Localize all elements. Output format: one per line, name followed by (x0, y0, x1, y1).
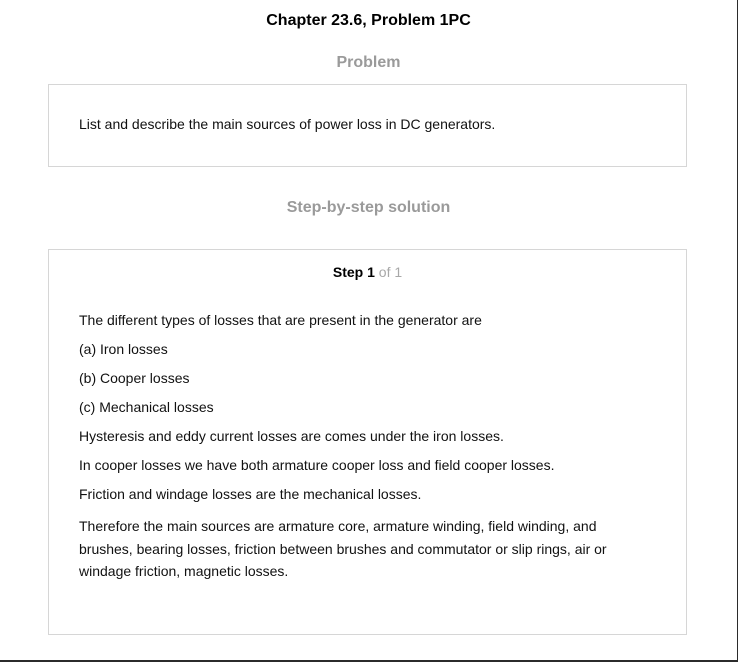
solution-line-iron: (a) Iron losses (79, 341, 168, 357)
solution-line-cooper-detail: In cooper losses we have both armature c… (79, 457, 555, 473)
solution-line-mechanical: (c) Mechanical losses (79, 399, 214, 415)
chapter-title: Chapter 23.6, Problem 1PC (266, 12, 471, 29)
step-word: Step (332, 264, 364, 280)
solution-line-intro: The different types of losses that are p… (79, 312, 482, 328)
solution-line-friction: Friction and windage losses are the mech… (79, 486, 422, 502)
step-number: 1 (367, 264, 375, 280)
solution-card: Step 1 of 1 The different types of losse… (48, 249, 687, 635)
solution-line-cooper: (b) Cooper losses (79, 370, 190, 386)
step-total: of 1 (378, 264, 403, 280)
problem-heading: Problem (336, 54, 401, 71)
solution-body: The different types of losses that are p… (79, 312, 639, 583)
solution-line-hysteresis: Hysteresis and eddy current losses are c… (79, 428, 504, 444)
solution-heading: Step-by-step solution (286, 199, 451, 216)
problem-card: List and describe the main sources of po… (48, 84, 687, 167)
problem-statement: List and describe the main sources of po… (79, 116, 496, 132)
solution-conclusion: Therefore the main sources are armature … (79, 518, 607, 579)
step-indicator: Step 1 of 1 (49, 264, 686, 280)
